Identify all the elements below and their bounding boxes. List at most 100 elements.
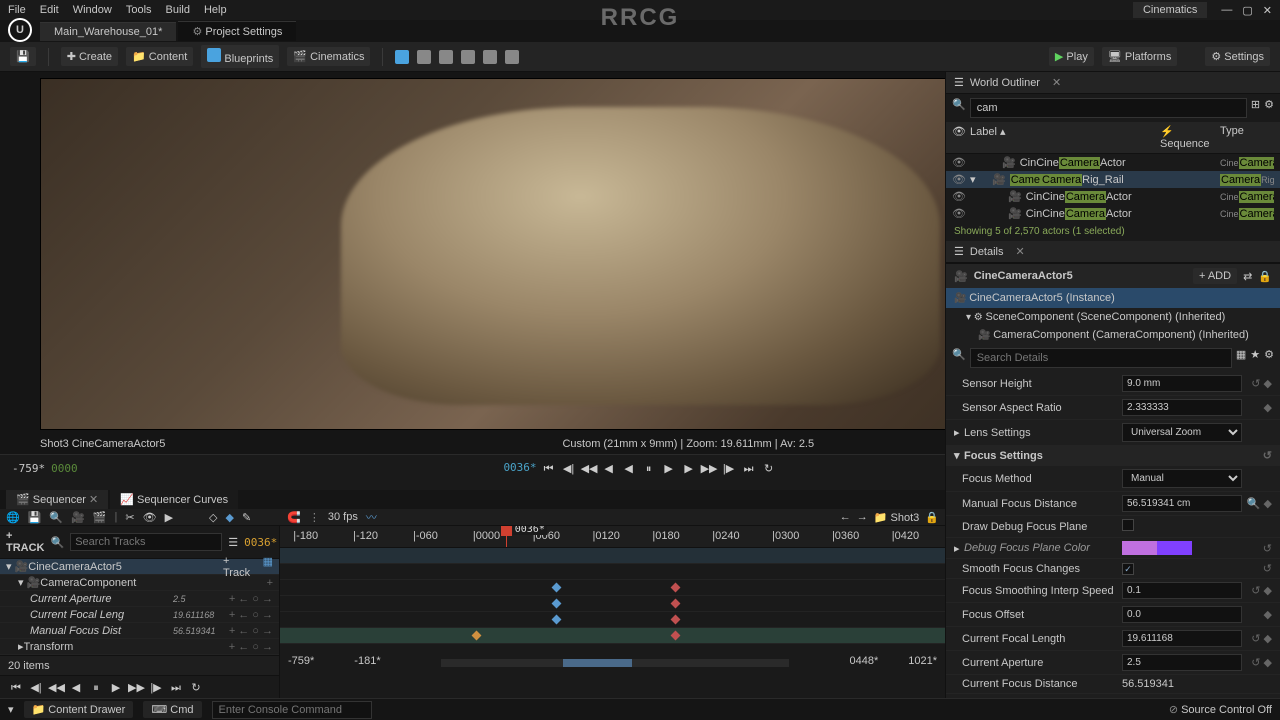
prev-frame-icon[interactable]: ◀ — [601, 461, 617, 477]
menu-cinematics[interactable]: Cinematics — [1133, 2, 1207, 18]
seq-nav-back-icon[interactable]: ← — [840, 511, 851, 523]
landscape-icon[interactable] — [417, 50, 431, 64]
content-button[interactable]: 📁 Content — [126, 47, 193, 66]
focus-method-select[interactable]: Manual — [1122, 469, 1242, 488]
save-button[interactable]: 💾 — [10, 47, 36, 66]
focus-offset-input[interactable] — [1122, 606, 1242, 623]
seq-fps[interactable]: 30 fps — [328, 511, 358, 523]
details-browse-icon[interactable]: ⇄ — [1243, 270, 1252, 283]
seq-magnet-icon[interactable]: 🧲 — [287, 511, 301, 524]
outliner-add-icon[interactable]: ⊞ — [1251, 98, 1260, 118]
track-actor[interactable]: ▾ 🎥 CineCameraActor5 + Track ▦ — [0, 559, 279, 575]
star-icon[interactable]: ★ — [1250, 348, 1260, 368]
seq-find-icon[interactable]: 🔍 — [49, 511, 63, 524]
next-frame-icon[interactable]: ▶ — [681, 461, 697, 477]
seq-edit-icon[interactable]: ✎ — [242, 511, 251, 524]
window-close-icon[interactable]: ✕ — [1263, 4, 1272, 17]
smooth-focus-checkbox[interactable] — [1122, 563, 1134, 575]
lane-transform[interactable] — [280, 628, 945, 644]
seq-camera-icon[interactable]: 🎥 — [71, 511, 85, 524]
lane-focus-distance[interactable] — [280, 612, 945, 628]
outliner-row[interactable]: 👁🎥CinCineCameraActorCineCamera — [946, 188, 1280, 205]
seq-next-frame-icon[interactable]: ▶ — [108, 680, 124, 696]
add-component-button[interactable]: + ADD — [1193, 268, 1237, 284]
mesh-paint-icon[interactable] — [461, 50, 475, 64]
seq-eye-icon[interactable]: 👁 — [143, 511, 157, 524]
step-back-icon[interactable]: ◀◀ — [581, 461, 597, 477]
details-tab[interactable]: ☰ Details✕ — [946, 241, 1280, 263]
seq-scrollbar[interactable] — [441, 659, 790, 667]
lane-actor[interactable] — [280, 548, 945, 564]
menu-tools[interactable]: Tools — [126, 4, 152, 16]
details-search-input[interactable] — [970, 348, 1232, 368]
ue-logo-icon[interactable]: U — [8, 18, 32, 42]
seq-world-icon[interactable]: 🌐 — [6, 511, 20, 524]
lane-component[interactable] — [280, 564, 945, 580]
details-instance[interactable]: 🎥 CineCameraActor5 (Instance) — [946, 288, 1280, 308]
seq-step-back-icon[interactable]: ◀◀ — [48, 680, 64, 696]
sensor-height-input[interactable] — [1122, 375, 1242, 392]
aperture-input[interactable] — [1122, 654, 1242, 671]
menu-window[interactable]: Window — [73, 4, 112, 16]
play-reverse-icon[interactable]: ◀ — [621, 461, 637, 477]
output-log-icon[interactable]: ▾ — [8, 703, 14, 716]
seq-snap-icon[interactable]: ◆ — [226, 511, 234, 524]
step-fwd-icon[interactable]: ▶▶ — [701, 461, 717, 477]
select-mode-icon[interactable] — [395, 50, 409, 64]
details-lock-icon[interactable]: 🔒 — [1258, 270, 1272, 283]
focus-interp-input[interactable] — [1122, 582, 1242, 599]
cmd-button[interactable]: ⌨ Cmd — [143, 701, 201, 718]
menu-help[interactable]: Help — [204, 4, 227, 16]
seq-play-icon[interactable]: ▶ — [165, 511, 173, 524]
goto-start-icon[interactable]: ⏮ — [541, 461, 557, 477]
tab-project-settings[interactable]: ⚙ Project Settings — [178, 21, 296, 41]
menu-edit[interactable]: Edit — [40, 4, 59, 16]
track-aperture[interactable]: Current Aperture2.5+ ← ○ → — [0, 591, 279, 607]
console-input[interactable] — [212, 701, 372, 719]
seq-shot-folder[interactable]: 📁 Shot3 — [874, 511, 920, 524]
pause-icon[interactable]: ⏸ — [641, 461, 657, 477]
close-icon[interactable]: ✕ — [1016, 245, 1025, 258]
source-control-status[interactable]: ⊘ Source Control Off — [1169, 703, 1272, 716]
track-focal-length[interactable]: Current Focal Leng19.611168+ ← ○ → — [0, 607, 279, 623]
menu-build[interactable]: Build — [166, 4, 190, 16]
track-focus-distance[interactable]: Manual Focus Dist56.519341+ ← ○ → — [0, 623, 279, 639]
lane-aperture[interactable] — [280, 580, 945, 596]
seq-goto-start-icon[interactable]: ⏮ — [8, 680, 24, 696]
grid-icon[interactable]: ▦ — [1236, 348, 1246, 368]
outliner-search-input[interactable] — [970, 98, 1247, 118]
settings-button[interactable]: ⚙ Settings — [1205, 47, 1270, 66]
window-minimize-icon[interactable]: — — [1221, 4, 1232, 16]
seq-key-icon[interactable]: ✂ — [125, 511, 134, 524]
seq-autokey-icon[interactable]: ◇ — [209, 511, 217, 524]
outliner-type-header[interactable]: Type — [1220, 125, 1274, 150]
outliner-label-header[interactable]: Label ▴ — [970, 125, 1160, 150]
platforms-button[interactable]: 🖥 Platforms — [1102, 47, 1178, 66]
lane-focal-length[interactable] — [280, 596, 945, 612]
seq-nav-fwd-icon[interactable]: → — [857, 511, 868, 523]
seq-step-fwd-key-icon[interactable]: |▶ — [148, 680, 164, 696]
tab-sequencer-curves[interactable]: 📈 Sequencer Curves — [110, 490, 238, 509]
seq-save-icon[interactable]: 💾 — [28, 511, 42, 524]
brush-icon[interactable] — [505, 50, 519, 64]
tab-sequencer[interactable]: 🎬 Sequencer ✕ — [6, 490, 108, 509]
component-camera[interactable]: 🎥 CameraComponent (CameraComponent) (Inh… — [946, 326, 1280, 344]
seq-curve-icon[interactable]: 〰 — [366, 509, 377, 525]
draw-debug-checkbox[interactable] — [1122, 519, 1134, 531]
seq-search-input[interactable] — [70, 533, 222, 551]
menu-file[interactable]: File — [8, 4, 26, 16]
outliner-row[interactable]: 👁🎥CinCineCameraActorCineCamera — [946, 154, 1280, 171]
seq-step-back-key-icon[interactable]: ◀| — [28, 680, 44, 696]
seq-step-fwd-icon[interactable]: ▶▶ — [128, 680, 144, 696]
cinematics-button[interactable]: 🎬 Cinematics — [287, 47, 370, 66]
debug-color-swatch[interactable] — [1122, 541, 1192, 555]
outliner-row[interactable]: 👁🎥CinCineCameraActorCineCamera — [946, 205, 1280, 222]
loop-icon[interactable]: ↻ — [761, 461, 777, 477]
step-fwd-key-icon[interactable]: |▶ — [721, 461, 737, 477]
focal-length-input[interactable] — [1122, 630, 1242, 647]
blueprints-button[interactable]: Blueprints — [201, 45, 279, 68]
seq-loop-icon[interactable]: ↻ — [188, 680, 204, 696]
seq-goto-end-icon[interactable]: ⏭ — [168, 680, 184, 696]
create-button[interactable]: ✚ Create — [61, 47, 118, 66]
seq-prev-frame-icon[interactable]: ◀ — [68, 680, 84, 696]
